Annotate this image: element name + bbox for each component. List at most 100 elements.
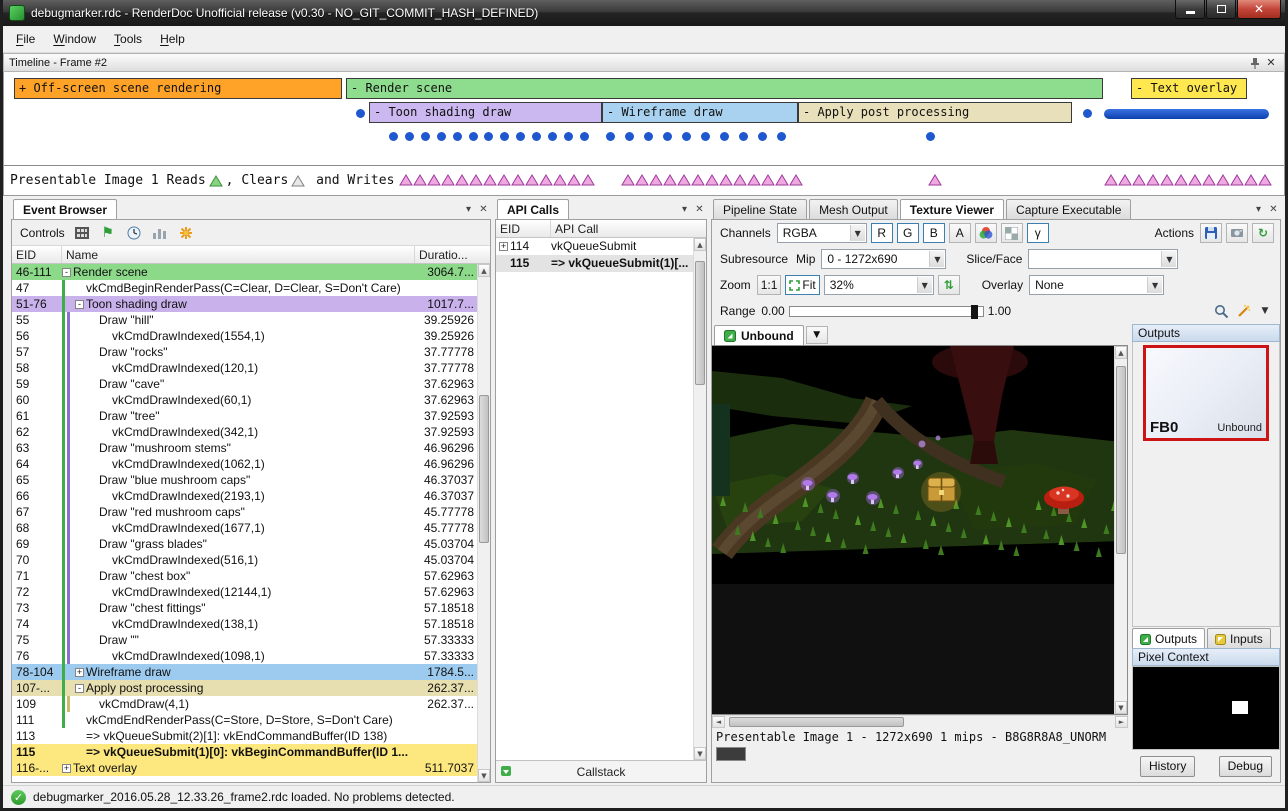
draw-event-dot[interactable] — [580, 132, 589, 141]
event-row-116-...[interactable]: 116-...+Text overlay511.7037 — [12, 760, 477, 776]
toon-draw-dots[interactable] — [389, 132, 589, 141]
timeline-bar-toon[interactable]: - Toon shading draw — [369, 102, 602, 123]
column-eid[interactable]: EID — [12, 246, 62, 263]
draw-event-dot[interactable] — [663, 132, 672, 141]
bookmark-star-icon[interactable] — [177, 224, 195, 242]
event-row-61[interactable]: 61Draw "tree"37.92593 — [12, 408, 477, 424]
callstack-section[interactable]: Callstack — [496, 760, 706, 782]
event-row-55[interactable]: 55Draw "hill"39.25926 — [12, 312, 477, 328]
event-row-78-104[interactable]: 78-104+Wireframe draw1784.5... — [12, 664, 477, 680]
event-row-113[interactable]: 113=> vkQueueSubmit(2)[1]: vkEndCommandB… — [12, 728, 477, 744]
pin-icon[interactable] — [1247, 56, 1263, 70]
event-row-72[interactable]: 72vkCmdDrawIndexed(12144,1)57.62963 — [12, 584, 477, 600]
close-icon[interactable]: ✕ — [1263, 56, 1279, 70]
close-button[interactable]: ✕ — [1237, 0, 1281, 19]
statistics-icon[interactable] — [151, 224, 169, 242]
event-row-66[interactable]: 66vkCmdDrawIndexed(2193,1)46.37037 — [12, 488, 477, 504]
draw-event-dot[interactable] — [926, 132, 935, 141]
draw-event-dot[interactable] — [606, 132, 615, 141]
tab-texture-viewer[interactable]: Texture Viewer — [900, 199, 1004, 219]
draw-event-dot[interactable] — [532, 132, 541, 141]
slice-face-select[interactable]: ▼ — [1028, 249, 1178, 269]
zoom-1-1-button[interactable]: 1:1 — [757, 275, 782, 295]
timeline-bar-render[interactable]: - Render scene — [346, 78, 1103, 99]
range-slider[interactable] — [789, 306, 984, 317]
panel-menu-icon[interactable]: ▾ — [1251, 202, 1266, 217]
channel-b-button[interactable]: B — [923, 223, 945, 243]
zoom-fit-button[interactable]: Fit — [785, 275, 819, 295]
menu-help[interactable]: Help — [151, 28, 194, 50]
tree-expander[interactable]: - — [75, 684, 84, 693]
channels-select[interactable]: RGBA▼ — [777, 223, 867, 243]
export-image-icon[interactable] — [1226, 223, 1248, 243]
wireframe-draw-dots[interactable] — [606, 132, 786, 141]
gamma-button[interactable]: γ — [1027, 223, 1049, 243]
draw-event-dot[interactable] — [405, 132, 414, 141]
save-icon[interactable] — [1200, 223, 1222, 243]
draw-event-dot[interactable] — [500, 132, 509, 141]
draw-event-dot[interactable] — [777, 132, 786, 141]
channel-r-button[interactable]: R — [871, 223, 893, 243]
post-draw-dots[interactable] — [926, 132, 935, 141]
event-row-58[interactable]: 58vkCmdDrawIndexed(120,1)37.77778 — [12, 360, 477, 376]
draw-event-dot[interactable] — [389, 132, 398, 141]
event-row-68[interactable]: 68vkCmdDrawIndexed(1677,1)45.77778 — [12, 520, 477, 536]
texture-tab-unbound[interactable]: Unbound — [714, 325, 804, 345]
draw-event-dot[interactable] — [469, 132, 478, 141]
timeline-overlay-draws-bar[interactable] — [1104, 109, 1269, 119]
flag-icon[interactable]: ⚑ — [99, 224, 117, 242]
tab-inputs[interactable]: Inputs — [1207, 628, 1271, 648]
range-options-icon[interactable]: ▼ — [1256, 302, 1274, 320]
tab-event-browser[interactable]: Event Browser — [13, 199, 117, 219]
timeline-bar-overlay[interactable]: - Text overlay — [1131, 78, 1247, 99]
color-wheel-icon[interactable] — [975, 223, 997, 243]
tab-api-calls[interactable]: API Calls — [497, 199, 569, 219]
mip-select[interactable]: 0 - 1272x690▼ — [821, 249, 946, 269]
overlay-select[interactable]: None▼ — [1029, 275, 1164, 295]
channel-g-button[interactable]: G — [897, 223, 919, 243]
draw-event-dot[interactable] — [720, 132, 729, 141]
channel-a-button[interactable]: A — [949, 223, 971, 243]
draw-event-dot[interactable] — [437, 132, 446, 141]
event-row-107-...[interactable]: 107-...-Apply post processing262.37... — [12, 680, 477, 696]
tab-mesh-output[interactable]: Mesh Output — [809, 199, 898, 219]
event-row-75[interactable]: 75Draw ""57.33333 — [12, 632, 477, 648]
column-api-call[interactable]: API Call — [551, 220, 706, 237]
draw-event-dot[interactable] — [356, 109, 365, 118]
event-row-70[interactable]: 70vkCmdDrawIndexed(516,1)45.03704 — [12, 552, 477, 568]
event-row-71[interactable]: 71Draw "chest box"57.62963 — [12, 568, 477, 584]
event-row-109[interactable]: 109vkCmdDraw(4,1)262.37... — [12, 696, 477, 712]
column-name[interactable]: Name — [62, 246, 415, 263]
event-browser-scrollbar[interactable]: ▲ ▼ — [477, 264, 490, 782]
event-row-60[interactable]: 60vkCmdDrawIndexed(60,1)37.62963 — [12, 392, 477, 408]
event-row-74[interactable]: 74vkCmdDrawIndexed(138,1)57.18518 — [12, 616, 477, 632]
tab-pipeline-state[interactable]: Pipeline State — [713, 199, 807, 219]
timeline-bar-offscreen[interactable]: + Off-screen scene rendering — [14, 78, 342, 99]
event-row-115[interactable]: 115=> vkQueueSubmit(1)[0]: vkBeginComman… — [12, 744, 477, 760]
tree-expander[interactable]: + — [75, 668, 84, 677]
auto-fit-wand-icon[interactable] — [1234, 302, 1252, 320]
event-row-67[interactable]: 67Draw "red mushroom caps"45.77778 — [12, 504, 477, 520]
timeline-body[interactable]: + Off-screen scene rendering- Render sce… — [3, 72, 1285, 196]
tree-expander[interactable]: + — [499, 242, 508, 251]
event-row-65[interactable]: 65Draw "blue mushroom caps"46.37037 — [12, 472, 477, 488]
event-row-57[interactable]: 57Draw "rocks"37.77778 — [12, 344, 477, 360]
zoom-level-select[interactable]: 32%▼ — [824, 275, 934, 295]
api-calls-scrollbar[interactable]: ▲ ▼ — [693, 238, 706, 760]
draw-event-dot[interactable] — [644, 132, 653, 141]
event-row-59[interactable]: 59Draw "cave"37.62963 — [12, 376, 477, 392]
tree-expander[interactable]: + — [62, 764, 71, 773]
draw-event-dot[interactable] — [1083, 109, 1092, 118]
draw-event-dot[interactable] — [682, 132, 691, 141]
draw-event-dot[interactable] — [701, 132, 710, 141]
event-row-62[interactable]: 62vkCmdDrawIndexed(342,1)37.92593 — [12, 424, 477, 440]
event-row-46-111[interactable]: 46-111-Render scene3064.7... — [12, 264, 477, 280]
timeline-toggle-icon[interactable] — [73, 224, 91, 242]
column-eid[interactable]: EID — [496, 220, 551, 237]
tab-outputs[interactable]: Outputs — [1132, 628, 1205, 648]
refresh-icon[interactable]: ↻ — [1252, 223, 1274, 243]
event-row-76[interactable]: 76vkCmdDrawIndexed(1098,1)57.33333 — [12, 648, 477, 664]
pixel-context-view[interactable] — [1132, 666, 1280, 750]
tree-expander[interactable]: - — [62, 268, 71, 277]
event-row-69[interactable]: 69Draw "grass blades"45.03704 — [12, 536, 477, 552]
